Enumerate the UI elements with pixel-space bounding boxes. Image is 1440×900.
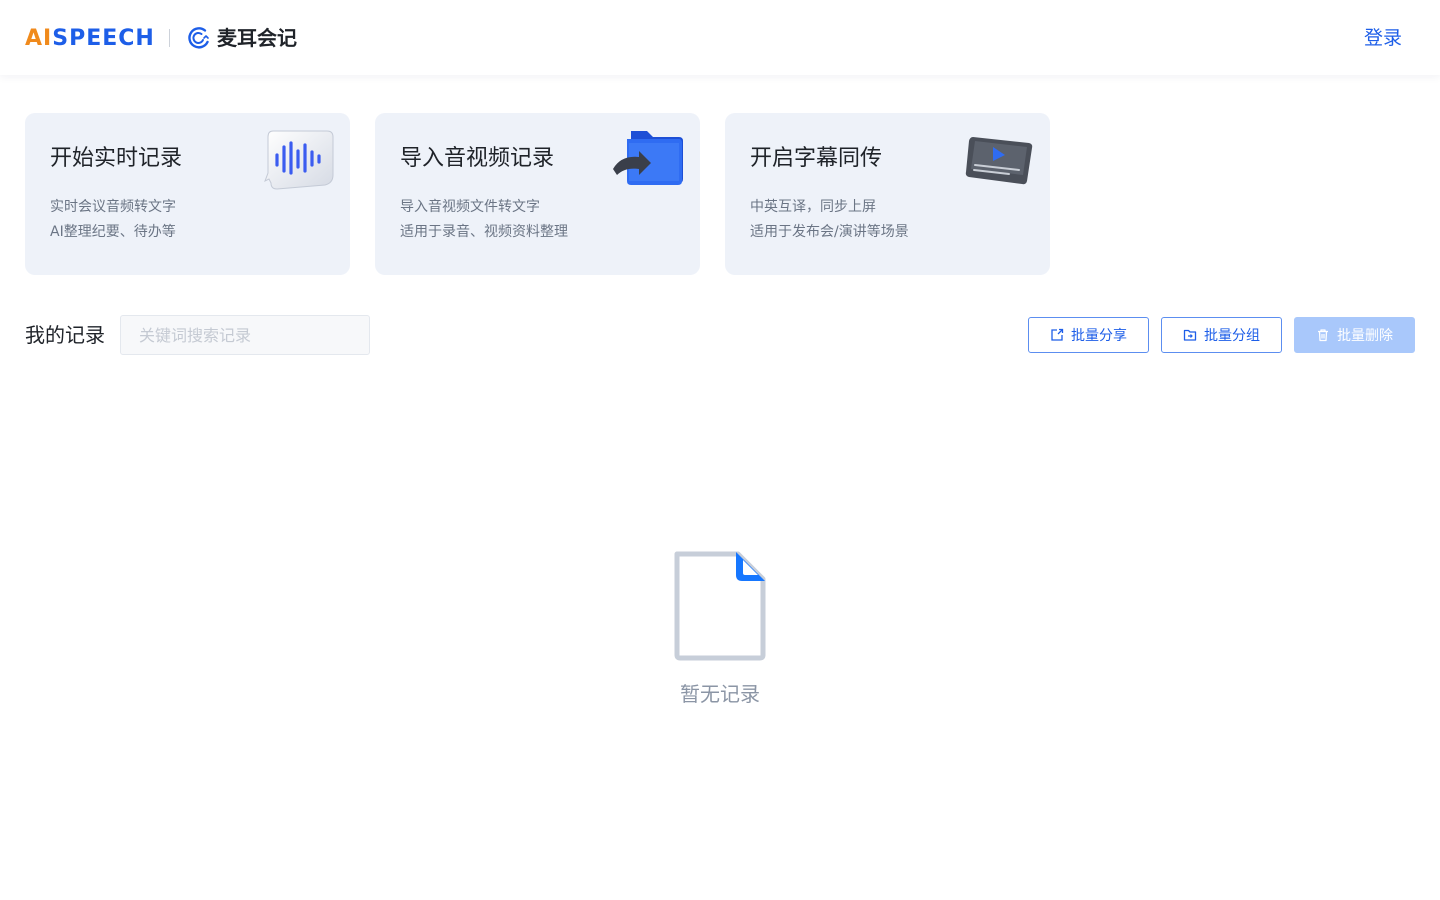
share-icon bbox=[1051, 328, 1064, 341]
batch-delete-button[interactable]: 批量删除 bbox=[1294, 317, 1415, 353]
batch-group-button[interactable]: 批量分组 bbox=[1161, 317, 1282, 353]
card-desc-line2: 适用于录音、视频资料整理 bbox=[400, 224, 568, 240]
card-import-av-record[interactable]: 导入音视频记录 导入音视频文件转文字 适用于录音、视频资料整理 bbox=[375, 113, 700, 275]
batch-delete-label: 批量删除 bbox=[1337, 328, 1393, 344]
batch-share-label: 批量分享 bbox=[1071, 328, 1127, 344]
card-title: 导入音视频记录 bbox=[400, 146, 555, 171]
card-start-realtime-record[interactable]: 开始实时记录 实时会议音频转文字 AI整理纪要、待办等 bbox=[25, 113, 350, 275]
card-desc-line2: AI整理纪要、待办等 bbox=[50, 224, 176, 240]
batch-share-button[interactable]: 批量分享 bbox=[1028, 317, 1149, 353]
product-logo-icon bbox=[188, 27, 209, 49]
card-title: 开启字幕同传 bbox=[750, 146, 883, 171]
product-logo[interactable]: 麦耳会记 bbox=[185, 25, 297, 51]
card-desc-line1: 导入音视频文件转文字 bbox=[400, 199, 540, 215]
empty-state-text: 暂无记录 bbox=[680, 682, 760, 706]
card-desc-line1: 中英互译，同步上屏 bbox=[750, 199, 876, 215]
top-header: AI SPEECH 麦耳会记 登录 bbox=[0, 0, 1440, 75]
product-name: 麦耳会记 bbox=[217, 26, 297, 50]
folder-icon bbox=[1183, 329, 1197, 341]
import-folder-icon bbox=[613, 131, 683, 185]
brand-logo-rest: SPEECH bbox=[52, 26, 155, 51]
voice-wave-icon bbox=[264, 130, 334, 190]
my-records-title: 我的记录 bbox=[25, 323, 105, 347]
brand-logo-ai: AI bbox=[25, 26, 53, 51]
subtitle-screen-icon bbox=[965, 137, 1033, 185]
brand-divider bbox=[169, 29, 170, 47]
trash-icon bbox=[1318, 329, 1328, 342]
aispeech-logo[interactable]: AI SPEECH bbox=[25, 28, 155, 50]
empty-document-icon bbox=[674, 551, 766, 661]
card-desc-line1: 实时会议音频转文字 bbox=[50, 199, 176, 215]
card-subtitle-interpretation[interactable]: 开启字幕同传 中英互译，同步上屏 适用于发布会/演讲等场景 bbox=[725, 113, 1050, 275]
card-desc-line2: 适用于发布会/演讲等场景 bbox=[750, 224, 909, 240]
card-title: 开始实时记录 bbox=[50, 146, 183, 171]
search-records-input[interactable] bbox=[120, 315, 370, 355]
batch-group-label: 批量分组 bbox=[1204, 328, 1260, 344]
login-link[interactable]: 登录 bbox=[1364, 25, 1402, 51]
